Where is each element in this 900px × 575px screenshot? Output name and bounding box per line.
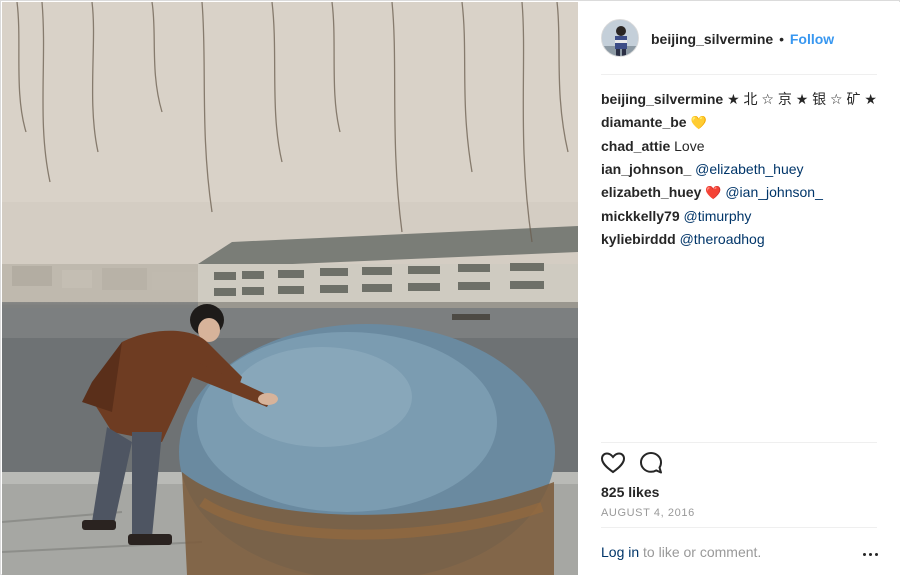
caption-username[interactable]: beijing_silvermine <box>601 91 723 107</box>
post-date: AUGUST 4, 2016 <box>601 507 695 519</box>
login-link[interactable]: Log in <box>601 544 639 560</box>
header-username[interactable]: beijing_silvermine <box>651 31 773 47</box>
comment-bubble-icon[interactable] <box>638 450 664 476</box>
comment-username[interactable]: mickkelly79 <box>601 208 680 224</box>
comment-item: elizabeth_huey ❤️ @ian_johnson_ <box>601 181 881 205</box>
comment-item: diamante_be 💛 <box>601 111 881 135</box>
header-separator: • <box>779 31 784 47</box>
comment-username[interactable]: ian_johnson_ <box>601 161 691 177</box>
comment-item: kyliebirddd @theroadhog <box>601 228 881 251</box>
comment-item: mickkelly79 @timurphy <box>601 205 881 228</box>
header-divider <box>601 74 877 75</box>
footer-divider <box>601 527 877 528</box>
follow-button[interactable]: Follow <box>790 31 834 47</box>
yellow-heart-emoji: 💛 <box>690 116 707 131</box>
heart-outline-icon[interactable] <box>600 450 626 476</box>
avatar-image <box>602 20 638 56</box>
login-prompt: Log in to like or comment. <box>601 544 761 560</box>
comment-item: chad_attie Love <box>601 135 881 158</box>
likes-count[interactable]: 825 likes <box>601 484 659 500</box>
comment-mention[interactable]: @ian_johnson_ <box>725 184 823 200</box>
profile-avatar[interactable] <box>601 19 639 57</box>
comment-username[interactable]: diamante_be <box>601 114 687 130</box>
login-text: to like or comment. <box>643 544 762 560</box>
comment-text: Love <box>674 138 705 154</box>
header-text: beijing_silvermine • Follow <box>651 30 834 48</box>
comment-mention[interactable]: @theroadhog <box>680 231 765 247</box>
comments-list: beijing_silvermine ★ 北 ☆ 京 ★ 银 ☆ 矿 ★ dia… <box>601 88 881 251</box>
photo-illustration <box>2 2 578 575</box>
post-header: beijing_silvermine • Follow <box>578 2 900 75</box>
comment-username[interactable]: chad_attie <box>601 138 670 154</box>
post-sidebar: beijing_silvermine • Follow beijing_silv… <box>578 2 900 575</box>
comment-username[interactable]: elizabeth_huey <box>601 184 701 200</box>
comment-mention[interactable]: @elizabeth_huey <box>695 161 803 177</box>
actions-divider <box>601 442 877 443</box>
caption: beijing_silvermine ★ 北 ☆ 京 ★ 银 ☆ 矿 ★ <box>601 88 881 111</box>
post-photo[interactable] <box>2 2 578 575</box>
comment-item: ian_johnson_ @elizabeth_huey <box>601 158 881 181</box>
more-options-icon[interactable] <box>863 547 879 561</box>
red-heart-emoji: ❤️ <box>705 186 722 201</box>
comment-username[interactable]: kyliebirddd <box>601 231 676 247</box>
post-frame: beijing_silvermine • Follow beijing_silv… <box>0 0 900 575</box>
comment-mention[interactable]: @timurphy <box>684 208 752 224</box>
caption-text: ★ 北 ☆ 京 ★ 银 ☆ 矿 ★ <box>727 91 877 107</box>
